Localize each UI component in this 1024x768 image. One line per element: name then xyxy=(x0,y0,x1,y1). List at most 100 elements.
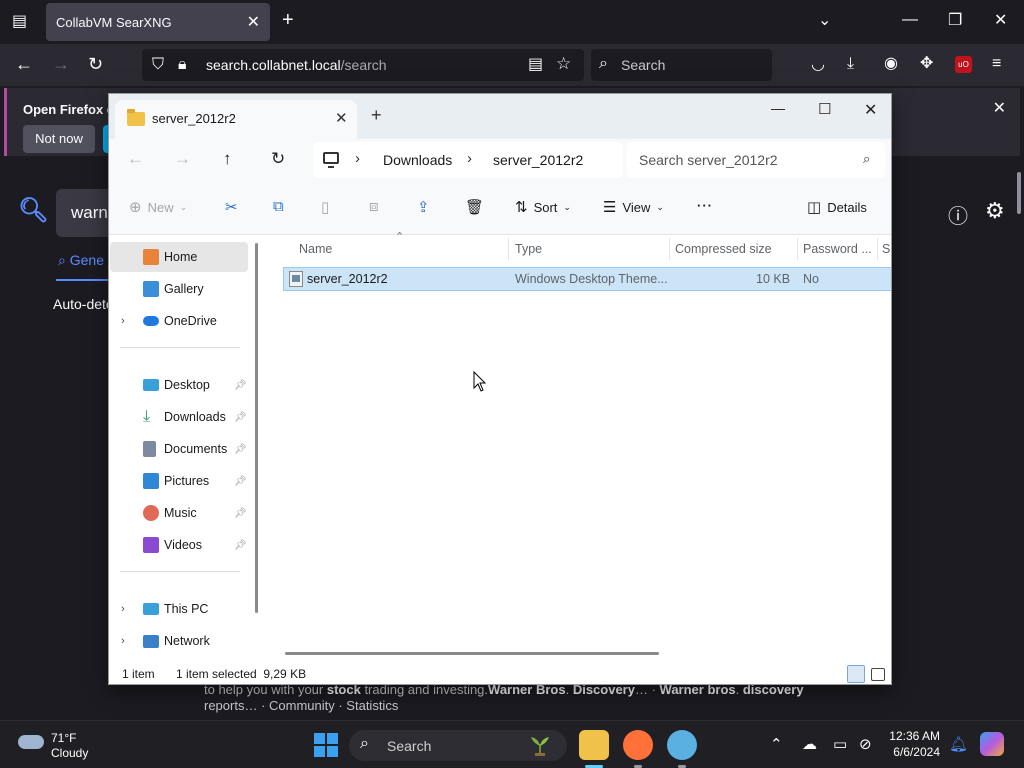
language-selector[interactable]: Auto-dete xyxy=(53,296,114,312)
search-query-input[interactable]: warne xyxy=(56,189,117,237)
notification-bell-icon[interactable]: 🔔︎ xyxy=(949,735,968,753)
sidebar-scrollbar[interactable] xyxy=(255,243,258,613)
show-hidden-icons-chevron-icon[interactable]: ⌃ xyxy=(770,735,783,753)
info-icon[interactable]: ⓘ xyxy=(948,200,968,229)
up-folder-icon[interactable]: ↑ xyxy=(223,149,232,169)
copy-button[interactable]: ⧉ xyxy=(273,198,284,215)
searxng-logo-icon[interactable]: 🔍︎ xyxy=(18,196,48,225)
file-row[interactable]: server_2012r2 Windows Desktop Theme... 1… xyxy=(283,267,891,291)
address-bar[interactable]: › Downloads › server_2012r2 xyxy=(313,142,623,178)
pocket-icon[interactable]: ◡ xyxy=(811,57,825,73)
breadcrumb-chevron-icon[interactable]: › xyxy=(355,150,360,167)
delete-button[interactable]: 🗑︎ xyxy=(465,198,484,216)
bookmark-star-icon[interactable]: ☆ xyxy=(556,55,571,72)
page-scrollbar[interactable] xyxy=(1017,172,1021,214)
new-explorer-tab-icon[interactable]: + xyxy=(371,105,382,126)
large-icons-view-icon[interactable] xyxy=(871,668,885,681)
sidebar-item-videos[interactable]: Videos 📌︎ xyxy=(110,530,248,560)
explorer-close-icon[interactable]: ✕ xyxy=(864,100,877,120)
column-divider[interactable] xyxy=(508,238,509,260)
details-view-icon[interactable] xyxy=(847,665,865,683)
url-bar[interactable]: ⛉ 🔒︎ search.collabnet.local/search ▤ ☆ xyxy=(142,49,584,81)
view-button[interactable]: ☰ View ⌄ xyxy=(603,198,664,216)
explorer-forward-icon[interactable]: → xyxy=(174,149,191,169)
forward-icon[interactable]: → xyxy=(52,55,70,73)
expand-chevron-icon[interactable]: › xyxy=(121,603,125,615)
display-icon[interactable]: ▭ xyxy=(833,735,847,753)
column-divider[interactable] xyxy=(877,238,878,260)
downloads-icon[interactable]: ⤓ xyxy=(847,56,854,72)
sidebar-item-music[interactable]: Music 📌︎ xyxy=(110,498,248,528)
column-header-compressed-size[interactable]: Compressed size xyxy=(675,235,772,263)
column-header-size[interactable]: Si xyxy=(882,235,891,263)
column-header-name[interactable]: Name xyxy=(299,235,332,263)
copilot-icon[interactable] xyxy=(980,732,1004,756)
column-divider[interactable] xyxy=(797,238,798,260)
category-general-tab[interactable]: ⌕ Gene xyxy=(58,252,104,269)
explorer-tab[interactable]: server_2012r2 ✕ xyxy=(115,100,357,139)
horizontal-scrollbar[interactable] xyxy=(285,652,659,655)
clock-time[interactable]: 12:36 AM xyxy=(888,729,940,743)
close-notification-icon[interactable]: ✕ xyxy=(993,98,1006,118)
explorer-search-input[interactable]: Search server_2012r2 ⌕ xyxy=(627,142,885,178)
network-status-icon[interactable]: ⊘ xyxy=(859,735,872,753)
account-icon[interactable]: ◉ xyxy=(884,56,898,72)
expand-chevron-icon[interactable]: › xyxy=(121,635,125,647)
sort-button[interactable]: ⇅ Sort ⌄ xyxy=(515,198,571,216)
breadcrumb-downloads[interactable]: Downloads xyxy=(383,152,452,168)
close-tab-icon[interactable]: ✕ xyxy=(247,12,260,32)
browser-tab-active[interactable]: CollabVM SearXNG ✕ xyxy=(46,3,270,41)
menu-icon[interactable]: ≡ xyxy=(992,56,1001,72)
explorer-back-icon[interactable]: ← xyxy=(127,149,144,169)
browser-search-bar[interactable]: ⌕ Search xyxy=(591,49,772,81)
ublock-origin-icon[interactable]: uO xyxy=(955,56,972,73)
taskbar-search[interactable]: ⌕ Search xyxy=(349,730,567,761)
sidebar-item-onedrive[interactable]: › OneDrive xyxy=(110,306,248,336)
shield-icon[interactable]: ⛉ xyxy=(152,57,164,73)
close-window-icon[interactable]: ✕ xyxy=(994,13,1007,29)
sidebar-item-this-pc[interactable]: › This PC xyxy=(110,594,248,624)
clock-date[interactable]: 6/6/2024 xyxy=(888,745,940,759)
breadcrumb-chevron-icon[interactable]: › xyxy=(467,150,472,167)
minimize-icon[interactable]: — xyxy=(902,12,918,28)
column-header-password[interactable]: Password ... xyxy=(803,235,872,263)
share-button[interactable]: ⇪ xyxy=(417,198,430,216)
list-tabs-chevron-icon[interactable]: ⌄ xyxy=(818,13,831,29)
back-icon[interactable]: ← xyxy=(15,55,33,73)
sidebar-item-gallery[interactable]: Gallery xyxy=(110,274,248,304)
more-options-button[interactable]: ··· xyxy=(697,198,713,213)
file-explorer-taskbar-icon[interactable] xyxy=(579,730,609,760)
column-header-type[interactable]: Type xyxy=(515,235,542,263)
sidebar-item-documents[interactable]: Documents 📌︎ xyxy=(110,434,248,464)
start-button[interactable] xyxy=(314,733,338,757)
firefox-taskbar-icon[interactable] xyxy=(623,730,653,760)
onedrive-offline-icon[interactable]: ☁ xyxy=(802,735,817,753)
sidebar-item-desktop[interactable]: Desktop 📌︎ xyxy=(110,370,248,400)
expand-chevron-icon[interactable]: › xyxy=(121,315,125,327)
restore-icon[interactable]: ❐ xyxy=(948,13,962,29)
details-pane-button[interactable]: ◫ Details xyxy=(807,198,867,216)
sidebar-item-downloads[interactable]: ⤓ Downloads 📌︎ xyxy=(110,402,248,432)
paint-taskbar-icon[interactable] xyxy=(667,730,697,760)
new-button[interactable]: ⊕ New ⌄ xyxy=(129,198,187,216)
close-explorer-tab-icon[interactable]: ✕ xyxy=(335,109,348,127)
reader-view-icon[interactable]: ▤ xyxy=(528,57,543,73)
lock-icon[interactable]: 🔒︎ xyxy=(178,57,187,73)
column-divider[interactable] xyxy=(669,238,670,260)
sidebar-item-network[interactable]: › Network xyxy=(110,626,248,656)
breadcrumb-current-folder[interactable]: server_2012r2 xyxy=(493,152,583,168)
cut-button[interactable]: ✂ xyxy=(225,198,238,216)
paste-button[interactable]: ▯ xyxy=(321,198,329,216)
explorer-maximize-icon[interactable]: ☐ xyxy=(818,100,831,118)
rename-button[interactable]: ⧈ xyxy=(369,198,379,215)
gear-icon[interactable]: ⚙ xyxy=(985,198,1005,224)
not-now-button[interactable]: Not now xyxy=(23,125,95,153)
explorer-refresh-icon[interactable]: ↻ xyxy=(271,149,285,169)
tab-overview-icon[interactable]: ▤ xyxy=(12,14,27,30)
extensions-icon[interactable]: ✥ xyxy=(920,56,933,72)
reload-icon[interactable]: ↻ xyxy=(88,55,103,73)
new-tab-icon[interactable]: + xyxy=(282,10,294,30)
sidebar-item-home[interactable]: Home xyxy=(110,242,248,272)
sidebar-item-pictures[interactable]: Pictures 📌︎ xyxy=(110,466,248,496)
explorer-minimize-icon[interactable]: — xyxy=(771,100,785,116)
